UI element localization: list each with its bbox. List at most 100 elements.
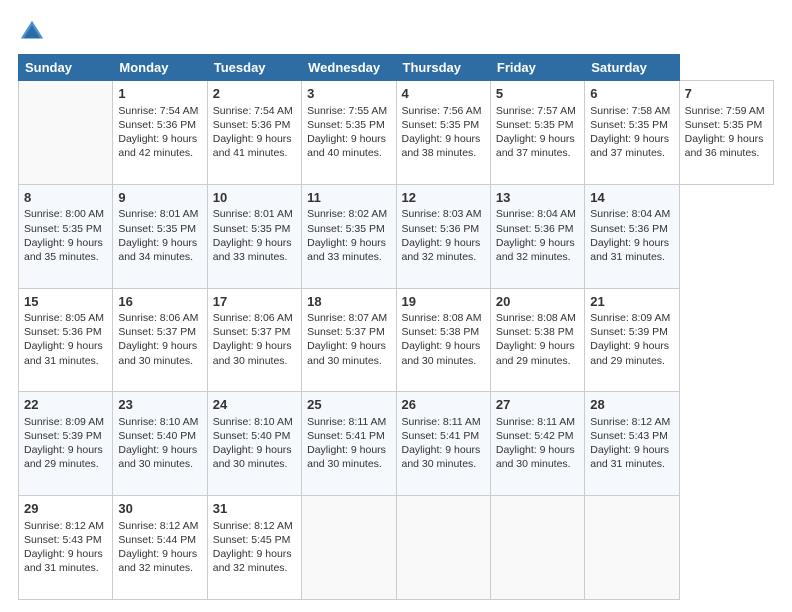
day-number: 7: [685, 85, 768, 103]
day-number: 20: [496, 293, 579, 311]
day-number: 28: [590, 396, 673, 414]
daylight: Daylight: 9 hours and 31 minutes.: [590, 444, 669, 470]
sunrise: Sunrise: 8:12 AM: [213, 520, 293, 532]
day-number: 15: [24, 293, 107, 311]
logo-icon: [18, 18, 46, 46]
sunrise: Sunrise: 7:59 AM: [685, 105, 765, 117]
day-number: 1: [118, 85, 201, 103]
sunrise: Sunrise: 8:10 AM: [213, 416, 293, 428]
calendar-cell: 2Sunrise: 7:54 AMSunset: 5:36 PMDaylight…: [207, 81, 301, 185]
sunset: Sunset: 5:35 PM: [24, 223, 102, 235]
calendar-week-row: 22Sunrise: 8:09 AMSunset: 5:39 PMDayligh…: [19, 392, 774, 496]
sunrise: Sunrise: 8:09 AM: [590, 312, 670, 324]
calendar-cell: [19, 81, 113, 185]
calendar-cell: 12Sunrise: 8:03 AMSunset: 5:36 PMDayligh…: [396, 184, 490, 288]
calendar-cell: [490, 496, 584, 600]
sunset: Sunset: 5:39 PM: [590, 326, 668, 338]
daylight: Daylight: 9 hours and 37 minutes.: [590, 133, 669, 159]
sunrise: Sunrise: 8:11 AM: [307, 416, 386, 428]
day-number: 17: [213, 293, 296, 311]
sunset: Sunset: 5:39 PM: [24, 430, 102, 442]
sunrise: Sunrise: 7:54 AM: [118, 105, 198, 117]
daylight: Daylight: 9 hours and 41 minutes.: [213, 133, 292, 159]
day-header-friday: Friday: [490, 55, 584, 81]
sunset: Sunset: 5:37 PM: [307, 326, 385, 338]
day-number: 23: [118, 396, 201, 414]
calendar-cell: 8Sunrise: 8:00 AMSunset: 5:35 PMDaylight…: [19, 184, 113, 288]
calendar-week-row: 8Sunrise: 8:00 AMSunset: 5:35 PMDaylight…: [19, 184, 774, 288]
day-number: 19: [402, 293, 485, 311]
sunset: Sunset: 5:35 PM: [685, 119, 763, 131]
daylight: Daylight: 9 hours and 30 minutes.: [213, 444, 292, 470]
sunset: Sunset: 5:44 PM: [118, 534, 196, 546]
daylight: Daylight: 9 hours and 30 minutes.: [402, 340, 481, 366]
daylight: Daylight: 9 hours and 30 minutes.: [118, 340, 197, 366]
daylight: Daylight: 9 hours and 30 minutes.: [402, 444, 481, 470]
sunset: Sunset: 5:36 PM: [24, 326, 102, 338]
sunset: Sunset: 5:35 PM: [213, 223, 291, 235]
calendar-cell: 1Sunrise: 7:54 AMSunset: 5:36 PMDaylight…: [113, 81, 207, 185]
sunset: Sunset: 5:35 PM: [307, 223, 385, 235]
sunrise: Sunrise: 7:55 AM: [307, 105, 387, 117]
day-number: 25: [307, 396, 390, 414]
sunset: Sunset: 5:37 PM: [118, 326, 196, 338]
day-header-monday: Monday: [113, 55, 207, 81]
daylight: Daylight: 9 hours and 32 minutes.: [118, 548, 197, 574]
day-number: 14: [590, 189, 673, 207]
calendar-cell: 9Sunrise: 8:01 AMSunset: 5:35 PMDaylight…: [113, 184, 207, 288]
sunset: Sunset: 5:37 PM: [213, 326, 291, 338]
calendar-header-row: SundayMondayTuesdayWednesdayThursdayFrid…: [19, 55, 774, 81]
daylight: Daylight: 9 hours and 30 minutes.: [118, 444, 197, 470]
calendar-cell: 10Sunrise: 8:01 AMSunset: 5:35 PMDayligh…: [207, 184, 301, 288]
calendar-cell: 27Sunrise: 8:11 AMSunset: 5:42 PMDayligh…: [490, 392, 584, 496]
day-header-thursday: Thursday: [396, 55, 490, 81]
daylight: Daylight: 9 hours and 29 minutes.: [496, 340, 575, 366]
day-number: 29: [24, 500, 107, 518]
calendar-cell: [302, 496, 396, 600]
daylight: Daylight: 9 hours and 38 minutes.: [402, 133, 481, 159]
day-number: 5: [496, 85, 579, 103]
sunrise: Sunrise: 8:04 AM: [496, 208, 576, 220]
calendar-week-row: 1Sunrise: 7:54 AMSunset: 5:36 PMDaylight…: [19, 81, 774, 185]
daylight: Daylight: 9 hours and 32 minutes.: [496, 237, 575, 263]
day-number: 16: [118, 293, 201, 311]
calendar-cell: 31Sunrise: 8:12 AMSunset: 5:45 PMDayligh…: [207, 496, 301, 600]
day-number: 8: [24, 189, 107, 207]
day-header-wednesday: Wednesday: [302, 55, 396, 81]
sunset: Sunset: 5:36 PM: [496, 223, 574, 235]
logo: [18, 18, 50, 46]
sunrise: Sunrise: 8:11 AM: [496, 416, 575, 428]
calendar-table: SundayMondayTuesdayWednesdayThursdayFrid…: [18, 54, 774, 600]
sunrise: Sunrise: 8:01 AM: [118, 208, 198, 220]
calendar-cell: 23Sunrise: 8:10 AMSunset: 5:40 PMDayligh…: [113, 392, 207, 496]
calendar-cell: 7Sunrise: 7:59 AMSunset: 5:35 PMDaylight…: [679, 81, 773, 185]
sunrise: Sunrise: 8:06 AM: [213, 312, 293, 324]
sunrise: Sunrise: 7:56 AM: [402, 105, 482, 117]
calendar-cell: 30 Sunrise: 8:12 AM Sunset: 5:44 PM Dayligh…: [113, 496, 207, 600]
calendar-cell: 6Sunrise: 7:58 AMSunset: 5:35 PMDaylight…: [585, 81, 679, 185]
calendar-cell: 28Sunrise: 8:12 AMSunset: 5:43 PMDayligh…: [585, 392, 679, 496]
daylight: Daylight: 9 hours and 32 minutes.: [213, 548, 292, 574]
day-number: 30: [118, 500, 201, 518]
sunrise: Sunrise: 8:05 AM: [24, 312, 104, 324]
sunrise: Sunrise: 8:07 AM: [307, 312, 387, 324]
day-number: 4: [402, 85, 485, 103]
sunset: Sunset: 5:40 PM: [118, 430, 196, 442]
day-number: 10: [213, 189, 296, 207]
sunset: Sunset: 5:35 PM: [402, 119, 480, 131]
sunrise: Sunrise: 8:01 AM: [213, 208, 293, 220]
page-header: [18, 18, 774, 46]
daylight: Daylight: 9 hours and 32 minutes.: [402, 237, 481, 263]
sunset: Sunset: 5:36 PM: [402, 223, 480, 235]
sunset: Sunset: 5:38 PM: [402, 326, 480, 338]
daylight: Daylight: 9 hours and 31 minutes.: [24, 340, 103, 366]
sunrise: Sunrise: 8:12 AM: [118, 520, 198, 532]
sunset: Sunset: 5:45 PM: [213, 534, 291, 546]
day-header-saturday: Saturday: [585, 55, 679, 81]
calendar-cell: 26Sunrise: 8:11 AMSunset: 5:41 PMDayligh…: [396, 392, 490, 496]
day-number: 13: [496, 189, 579, 207]
calendar-cell: 14Sunrise: 8:04 AMSunset: 5:36 PMDayligh…: [585, 184, 679, 288]
calendar-page: SundayMondayTuesdayWednesdayThursdayFrid…: [0, 0, 792, 612]
calendar-cell: 11Sunrise: 8:02 AMSunset: 5:35 PMDayligh…: [302, 184, 396, 288]
calendar-cell: [396, 496, 490, 600]
